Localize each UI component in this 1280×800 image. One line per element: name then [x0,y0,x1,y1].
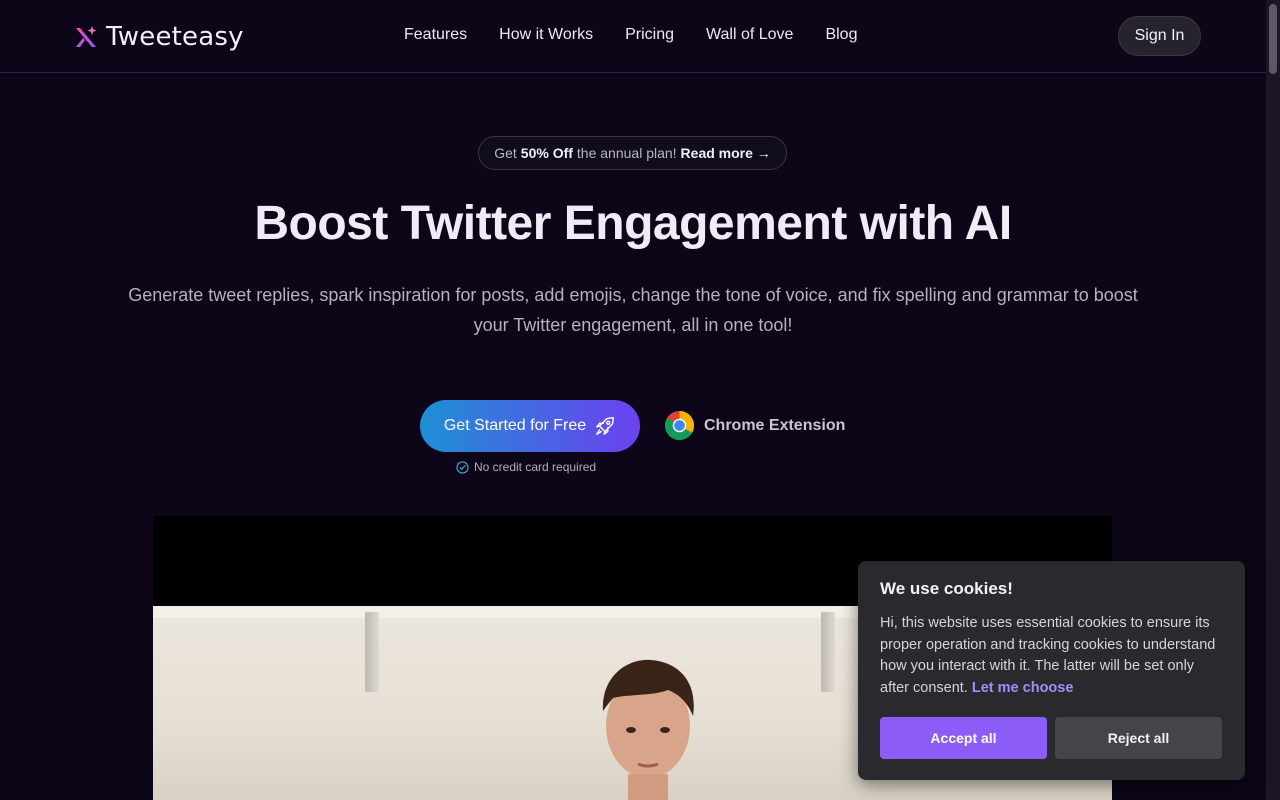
nav-link-features[interactable]: Features [404,26,467,44]
brand-logo[interactable]: Tweeteasy [74,22,244,52]
sparkle-x-logo-icon [76,26,97,47]
chrome-icon [664,410,695,441]
scrollbar-thumb[interactable] [1269,4,1277,74]
cookie-text: Hi, this website uses essential cookies … [880,613,1223,699]
promo-read-more-link[interactable]: Read more → [681,145,771,161]
brand-name: Tweeteasy [106,22,244,52]
video-bracket-left [365,612,379,692]
no-credit-card-text: No credit card required [474,460,597,474]
nav-link-how-it-works[interactable]: How it Works [499,26,593,44]
cookie-banner: We use cookies! Hi, this website uses es… [858,561,1245,780]
promo-pill[interactable]: Get 50% Off the annual plan! Read more → [478,136,787,170]
video-bracket-right [821,612,835,692]
let-me-choose-link[interactable]: Let me choose [972,680,1074,696]
promo-prefix: Get [494,145,517,161]
promo-highlight: 50% Off [520,145,573,161]
chrome-extension-label: Chrome Extension [704,416,846,434]
check-circle-icon [456,460,469,474]
cookie-title: We use cookies! [880,579,1013,598]
get-started-button[interactable]: Get Started for Free [420,400,640,452]
nav-link-blog[interactable]: Blog [825,26,857,44]
rocket-icon [596,417,615,435]
chrome-extension-link[interactable]: Chrome Extension [664,410,845,441]
sign-in-button[interactable]: Sign In [1118,16,1201,56]
hero-title: Boost Twitter Engagement with AI [254,197,1012,250]
video-person-image [602,659,694,800]
top-nav: Tweeteasy Features How it Works Pricing … [0,0,1266,73]
promo-middle: the annual plan! [576,145,677,161]
nav-links: Features How it Works Pricing Wall of Lo… [404,26,857,44]
reject-all-button[interactable]: Reject all [1055,717,1222,759]
nav-link-pricing[interactable]: Pricing [625,26,674,44]
no-credit-card-note: No credit card required [456,460,596,474]
hero-subtitle: Generate tweet replies, spark inspiratio… [128,285,1138,335]
get-started-label: Get Started for Free [443,417,587,434]
scrollbar-track[interactable] [1266,0,1280,800]
nav-link-wall-of-love[interactable]: Wall of Love [706,26,793,44]
cookie-buttons: Accept all Reject all [880,717,1222,759]
accept-all-button[interactable]: Accept all [880,717,1047,759]
